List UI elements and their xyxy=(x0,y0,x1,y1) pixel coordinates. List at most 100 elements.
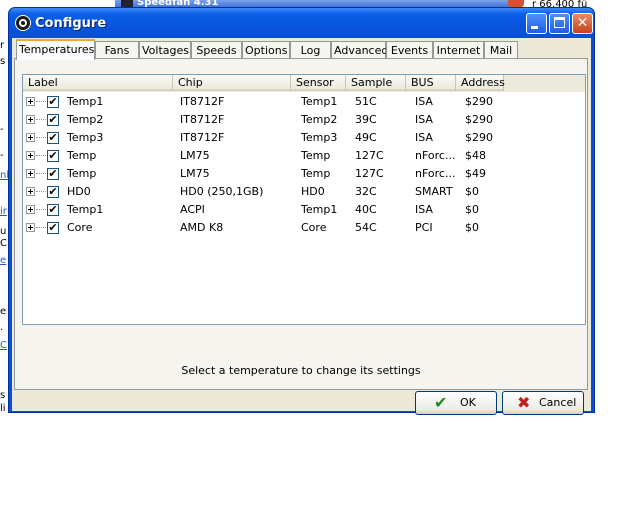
cell-sample: 127C xyxy=(355,149,384,162)
table-row[interactable]: ✔ Temp1 ACPI Temp1 40C ISA $0 xyxy=(23,201,585,219)
cell-address: $49 xyxy=(465,167,486,180)
cell-address: $48 xyxy=(465,149,486,162)
cell-label: Core xyxy=(67,221,93,234)
table-row[interactable]: ✔ Temp2 IT8712F Temp2 39C ISA $290 xyxy=(23,111,585,129)
tab-temperatures[interactable]: Temperatures xyxy=(16,39,95,60)
table-row[interactable]: ✔ Core AMD K8 Core 54C PCI $0 xyxy=(23,219,585,237)
background-text-fragment: - xyxy=(0,150,4,161)
cell-address: $0 xyxy=(465,203,479,216)
cell-chip: IT8712F xyxy=(180,95,225,108)
cell-address: $0 xyxy=(465,221,479,234)
table-row[interactable]: ✔ Temp3 IT8712F Temp3 49C ISA $290 xyxy=(23,129,585,147)
column-header-sensor[interactable]: Sensor xyxy=(291,75,346,91)
background-text-fragment: e xyxy=(0,255,7,266)
sensor-enabled-checkbox[interactable]: ✔ xyxy=(47,150,59,162)
cell-sensor: Temp2 xyxy=(301,113,338,126)
cell-bus: ISA xyxy=(415,113,433,126)
expand-plus-icon[interactable] xyxy=(26,187,35,196)
cell-address: $290 xyxy=(465,131,493,144)
sensor-enabled-checkbox[interactable]: ✔ xyxy=(47,132,59,144)
tab-events[interactable]: Events xyxy=(386,41,433,59)
close-button[interactable]: ✕ xyxy=(572,13,593,34)
expand-plus-icon[interactable] xyxy=(26,133,35,142)
sensor-enabled-checkbox[interactable]: ✔ xyxy=(47,186,59,198)
app-icon xyxy=(15,15,31,31)
cell-sensor: Temp1 xyxy=(301,203,338,216)
x-mark-icon: ✖ xyxy=(517,393,531,412)
tree-line xyxy=(36,173,46,174)
background-close-icon xyxy=(508,0,524,7)
expand-plus-icon[interactable] xyxy=(26,169,35,178)
cell-bus: ISA xyxy=(415,95,433,108)
background-text-fragment: . xyxy=(0,322,4,333)
titlebar: Configure ✕ xyxy=(9,8,594,38)
cell-bus: nForc... xyxy=(415,167,456,180)
expand-plus-icon[interactable] xyxy=(26,97,35,106)
cell-sensor: Temp xyxy=(301,167,331,180)
ok-label: OK xyxy=(460,396,476,409)
cell-bus: ISA xyxy=(415,131,433,144)
sensor-enabled-checkbox[interactable]: ✔ xyxy=(47,204,59,216)
column-header-label[interactable]: Label xyxy=(23,75,173,91)
cell-chip: ACPI xyxy=(180,203,205,216)
tab-fans[interactable]: Fans xyxy=(95,41,139,59)
column-header-sample[interactable]: Sample xyxy=(346,75,406,91)
table-row[interactable]: ✔ Temp1 IT8712F Temp1 51C ISA $290 xyxy=(23,93,585,111)
tab-mail[interactable]: Mail xyxy=(484,41,518,59)
column-header-chip[interactable]: Chip xyxy=(173,75,291,91)
tab-internet[interactable]: Internet xyxy=(433,41,484,59)
sensor-enabled-checkbox[interactable]: ✔ xyxy=(47,114,59,126)
cell-label: Temp1 xyxy=(67,203,104,216)
tab-advanced[interactable]: Advanced xyxy=(331,41,388,59)
tree-line xyxy=(36,137,46,138)
table-row[interactable]: ✔ Temp LM75 Temp 127C nForc... $48 xyxy=(23,147,585,165)
tab-voltages[interactable]: Voltages xyxy=(139,41,191,59)
cell-bus: SMART xyxy=(415,185,453,198)
ok-button[interactable]: ✔ OK xyxy=(415,391,497,415)
tree-line xyxy=(36,191,46,192)
expand-plus-icon[interactable] xyxy=(26,115,35,124)
minimize-button[interactable] xyxy=(526,13,547,34)
background-text-fragment: ir xyxy=(0,206,7,217)
cell-chip: LM75 xyxy=(180,167,210,180)
cell-sample: 32C xyxy=(355,185,377,198)
tab-options[interactable]: Options xyxy=(242,41,290,59)
cell-bus: nForc... xyxy=(415,149,456,162)
background-text-fragment: u xyxy=(0,226,7,237)
cell-chip: LM75 xyxy=(180,149,210,162)
table-row[interactable]: ✔ Temp LM75 Temp 127C nForc... $49 xyxy=(23,165,585,183)
column-header-address[interactable]: Address xyxy=(456,75,505,91)
background-text-fragment: s xyxy=(0,390,6,401)
cell-sample: 54C xyxy=(355,221,377,234)
background-text-fragment: - xyxy=(0,124,4,135)
background-text-fragment: C xyxy=(0,238,7,249)
cell-sample: 39C xyxy=(355,113,377,126)
expand-plus-icon[interactable] xyxy=(26,223,35,232)
table-row[interactable]: ✔ HD0 HD0 (250,1GB) HD0 32C SMART $0 xyxy=(23,183,585,201)
sensor-enabled-checkbox[interactable]: ✔ xyxy=(47,222,59,234)
maximize-button[interactable] xyxy=(549,13,570,34)
sensor-enabled-checkbox[interactable]: ✔ xyxy=(47,168,59,180)
window-title: Configure xyxy=(35,16,107,31)
cell-sensor: Temp xyxy=(301,149,331,162)
cell-bus: PCI xyxy=(415,221,433,234)
cell-sensor: Temp1 xyxy=(301,95,338,108)
expand-plus-icon[interactable] xyxy=(26,205,35,214)
column-header-bus[interactable]: BUS xyxy=(406,75,456,91)
tab-speeds[interactable]: Speeds xyxy=(191,41,242,59)
cell-chip: HD0 (250,1GB) xyxy=(180,185,264,198)
sensor-enabled-checkbox[interactable]: ✔ xyxy=(47,96,59,108)
expand-plus-icon[interactable] xyxy=(26,151,35,160)
background-text-fragment: e xyxy=(0,306,7,317)
sensor-list[interactable]: Label Chip Sensor Sample BUS Address ✔ Temp1 IT… xyxy=(22,74,586,325)
tree-line xyxy=(36,227,46,228)
cell-sensor: HD0 xyxy=(301,185,325,198)
configure-dialog: Configure ✕ Temperatures Fans Voltages Spee… xyxy=(8,7,595,415)
cell-sample: 49C xyxy=(355,131,377,144)
tab-log[interactable]: Log xyxy=(290,41,331,59)
temperatures-panel: Label Chip Sensor Sample BUS Address ✔ Temp1 IT… xyxy=(14,58,588,390)
background-text-fragment: li xyxy=(0,403,6,414)
cancel-button[interactable]: ✖ Cancel xyxy=(502,391,584,415)
cell-sample: 51C xyxy=(355,95,377,108)
cell-chip: IT8712F xyxy=(180,131,225,144)
